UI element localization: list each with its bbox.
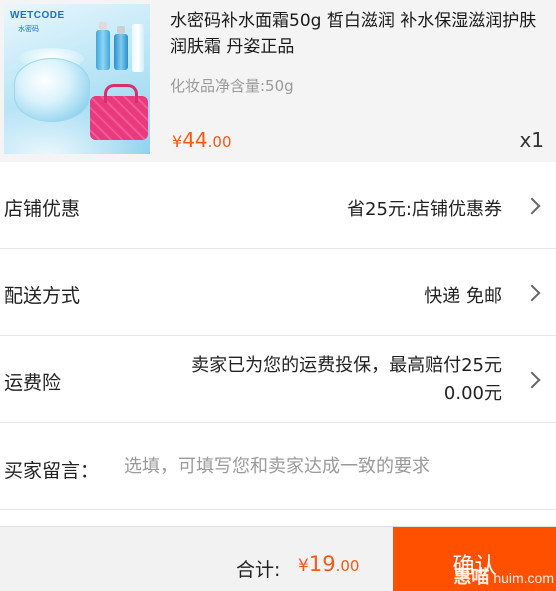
shipping-insurance-value: 卖家已为您的运费投保，最高赔付25元 0.00元 — [191, 352, 502, 408]
total-label: 合计: — [236, 559, 281, 581]
delivery-method-value: 快递 免邮 — [424, 286, 502, 307]
shipping-insurance-fee: 0.00元 — [443, 383, 502, 404]
product-spec: 化妆品净含量:50g — [170, 77, 294, 95]
total-price: ¥19.00 — [298, 552, 359, 576]
buyer-message-input[interactable] — [124, 448, 544, 484]
chevron-right-icon[interactable] — [523, 284, 541, 302]
product-price-integer: 44 — [182, 128, 208, 152]
product-title[interactable]: 水密码补水面霜50g 皙白滋润 补水保湿滋润护肤润肤霜 丹姿正品 — [170, 8, 546, 60]
product-price-decimal: .00 — [207, 133, 232, 151]
delivery-method-label: 配送方式 — [4, 285, 81, 307]
chevron-right-icon[interactable] — [523, 371, 541, 389]
lotion-bottle-graphic — [114, 26, 128, 70]
product-price-currency: ¥ — [172, 132, 183, 151]
shipping-insurance-label: 运费险 — [4, 372, 62, 394]
watermark-cn: 惠喵 — [453, 567, 490, 587]
product-thumbnail[interactable]: WETCODE 水密码 — [4, 4, 150, 154]
cleanser-tube-graphic — [132, 24, 144, 72]
confirm-order-button[interactable]: 确认 惠喵 huim.com — [393, 527, 556, 591]
shop-discount-row[interactable]: 店铺优惠 省25元:店铺优惠券 — [0, 162, 556, 248]
product-image-brand: WETCODE — [10, 10, 65, 21]
total-price-integer: 19 — [308, 552, 336, 576]
chevron-right-icon[interactable] — [523, 197, 541, 215]
product-image-brand-sub: 水密码 — [18, 25, 39, 33]
site-watermark: 惠喵 huim.com — [453, 563, 554, 589]
row-divider — [0, 509, 556, 510]
toner-bottle-graphic — [96, 22, 110, 70]
shipping-insurance-note: 卖家已为您的运费投保，最高赔付25元 — [191, 355, 502, 376]
product-quantity: x1 — [519, 128, 544, 152]
product-card[interactable]: WETCODE 水密码 水密码补水面霜50g 皙白滋润 补水保湿滋润护肤润肤霜 … — [0, 0, 556, 162]
cosmetic-bag-graphic — [90, 84, 148, 140]
checkout-footer: 合计: ¥19.00 确认 惠喵 huim.com — [0, 526, 556, 591]
buyer-message-label: 买家留言： — [4, 460, 100, 482]
shipping-insurance-row[interactable]: 运费险 卖家已为您的运费投保，最高赔付25元 0.00元 — [0, 336, 556, 422]
total-price-decimal: .00 — [335, 557, 360, 575]
product-price: ¥44.00 — [172, 128, 232, 152]
watermark-en: huim.com — [493, 570, 554, 586]
delivery-method-row[interactable]: 配送方式 快递 免邮 — [0, 249, 556, 335]
shop-discount-label: 店铺优惠 — [4, 198, 81, 220]
shop-discount-value: 省25元:店铺优惠券 — [347, 199, 502, 220]
cream-jar-graphic — [14, 58, 90, 122]
total-price-currency: ¥ — [298, 556, 309, 576]
